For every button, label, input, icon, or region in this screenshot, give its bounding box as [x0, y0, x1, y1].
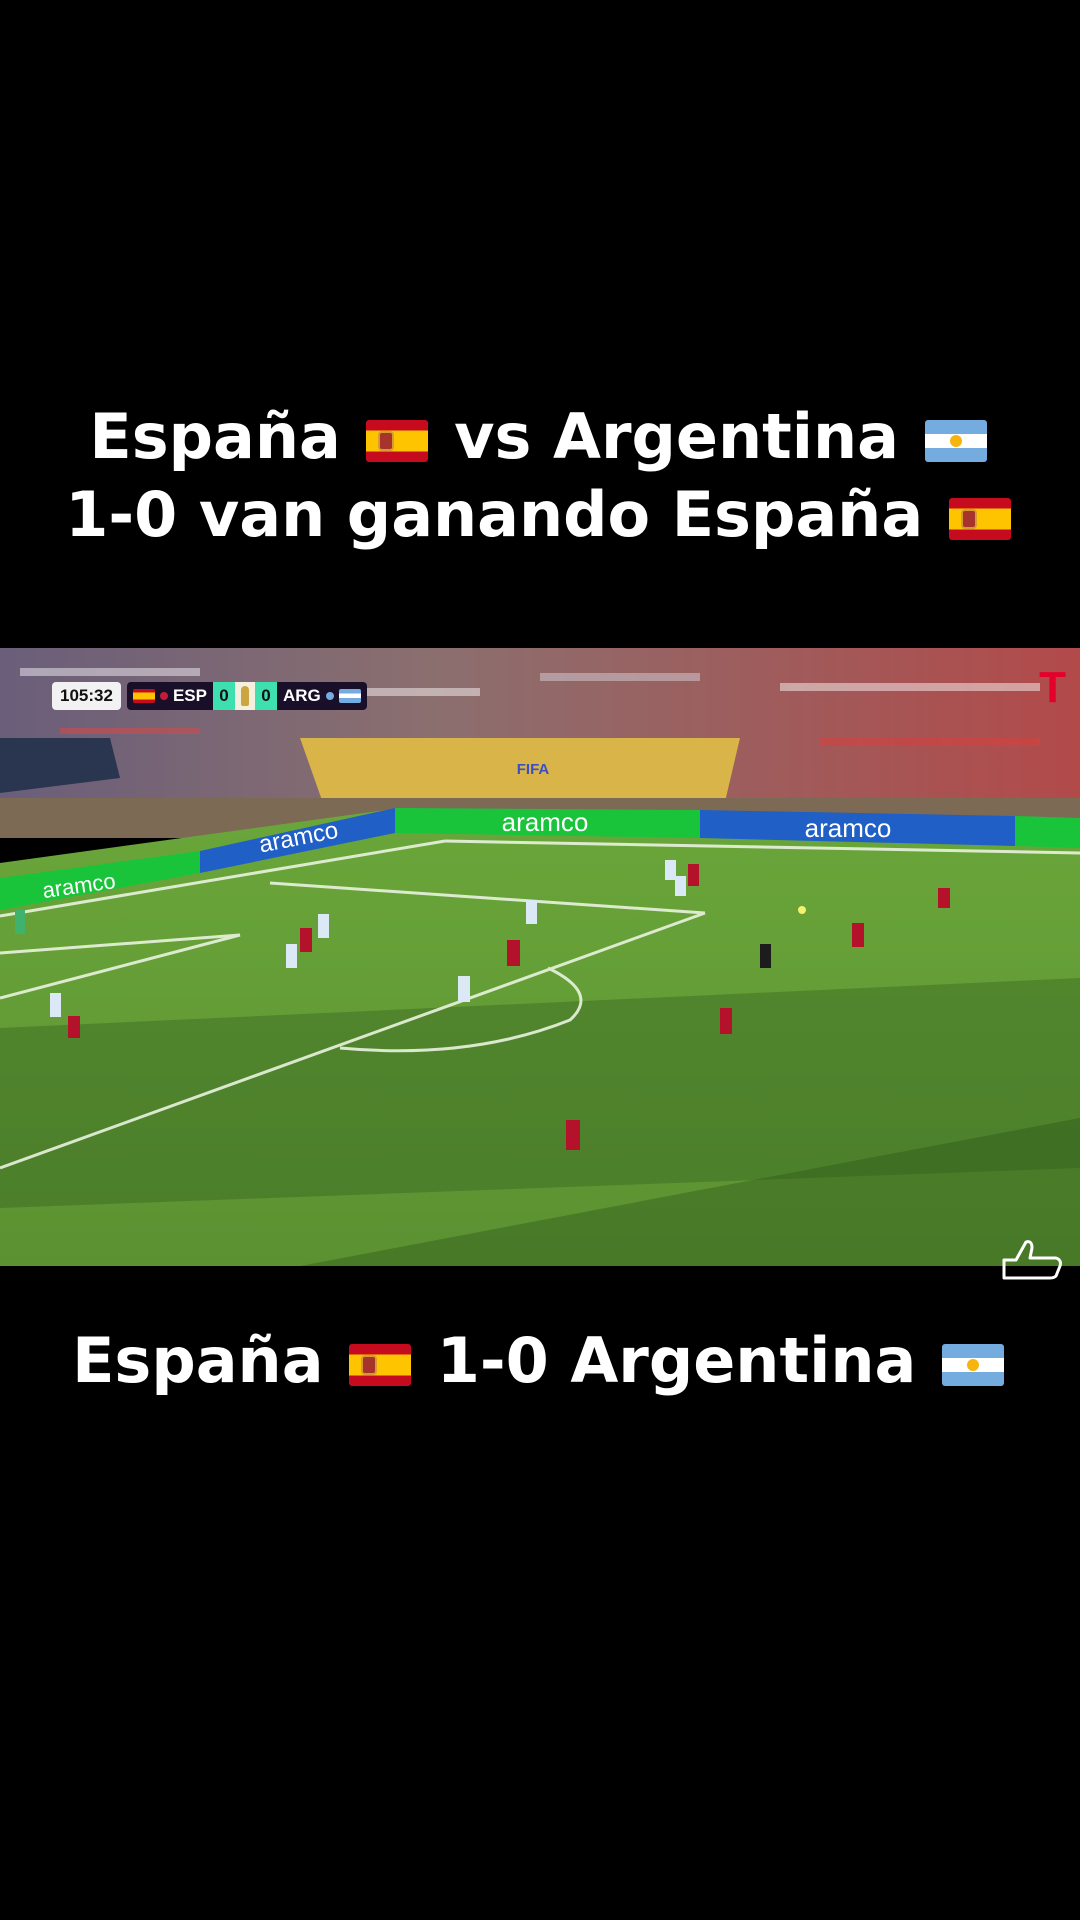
thumbs-up-icon[interactable] — [998, 1238, 1068, 1280]
bottom-team-home: España — [72, 1324, 324, 1397]
possession-dot-icon — [159, 692, 168, 700]
possession-dot-icon — [325, 692, 334, 700]
away-team: ARG — [276, 682, 367, 710]
match-clock: 105:32 — [52, 682, 121, 710]
bottom-score: 1-0 Argentina — [436, 1324, 917, 1397]
home-code: ESP — [172, 686, 207, 705]
ad-text-3: aramco — [502, 807, 589, 837]
argentina-flag-icon — [338, 689, 361, 703]
network-logo: T — [1039, 663, 1066, 712]
top-caption: España vs Argentina 1-0 van ganando Espa… — [0, 398, 1080, 554]
spain-flag-icon — [366, 420, 429, 462]
spain-flag-icon — [349, 1344, 412, 1386]
argentina-flag-icon — [941, 1344, 1004, 1386]
away-score: 0 — [254, 682, 277, 710]
home-team: ESP — [126, 682, 213, 710]
caption-status: 1-0 van ganando España — [65, 478, 924, 551]
spain-flag-icon — [132, 689, 155, 703]
home-score: 0 — [212, 682, 235, 710]
caption-team-away: vs Argentina — [454, 400, 899, 473]
match-frame: FIFA aramco aramco aramco aramco — [0, 648, 1080, 1266]
away-code: ARG — [282, 686, 321, 705]
bottom-caption: España 1-0 Argentina — [0, 1322, 1080, 1400]
caption-team-home: España — [89, 400, 341, 473]
scorebug: 105:32 ESP 0 0 ARG — [52, 681, 367, 711]
ad-text-4: aramco — [805, 813, 892, 843]
spain-flag-icon — [948, 498, 1011, 540]
argentina-flag-icon — [924, 420, 987, 462]
caption-line-2: 1-0 van ganando España — [0, 476, 1080, 554]
video-player[interactable]: FIFA aramco aramco aramco aramco 105:32 … — [0, 648, 1080, 1266]
trophy-icon — [234, 682, 255, 710]
caption-line-1: España vs Argentina — [0, 398, 1080, 476]
fifa-banner: FIFA — [517, 761, 550, 778]
